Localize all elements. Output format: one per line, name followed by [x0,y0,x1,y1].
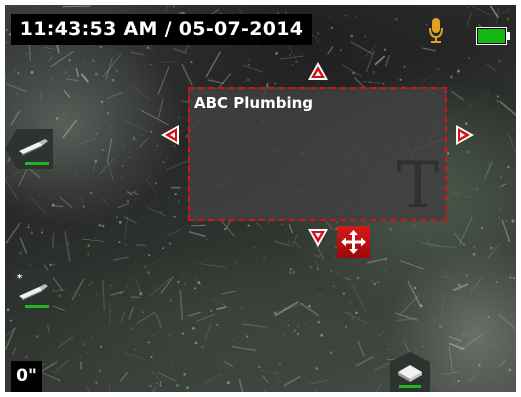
usb-drive-tab[interactable] [5,129,53,173]
move-arrows-icon [341,230,366,254]
usb-drive-tab-shape [5,129,53,169]
usb-drive-status-bar [25,162,49,165]
recording-asterisk: * [17,273,23,284]
storage-tab-shape [390,352,430,392]
text-t-icon: T [396,149,439,223]
depth-counter: 0" [11,361,42,392]
move-button[interactable] [337,226,370,258]
camera-view: 11:43:53 AM / 05-07-2014 ABC Plumbing T [5,5,516,392]
battery-full-icon [476,27,510,45]
usb-drive-recording-tab[interactable]: * [5,270,53,314]
arrow-left-icon[interactable] [159,124,181,146]
arrow-down-icon[interactable] [307,227,329,249]
usb-drive-recording-status-bar [25,305,49,308]
overlay-text: ABC Plumbing [194,94,314,112]
microphone-icon [429,18,443,43]
arrow-up-icon[interactable] [307,60,329,82]
arrow-right-icon[interactable] [454,124,476,146]
timestamp: 11:43:53 AM / 05-07-2014 [11,14,312,45]
text-overlay-box[interactable]: ABC Plumbing T [188,87,447,223]
storage-tab[interactable] [390,352,430,392]
usb-drive-recording-tab-shape: * [5,270,53,310]
storage-status-bar [399,385,421,388]
